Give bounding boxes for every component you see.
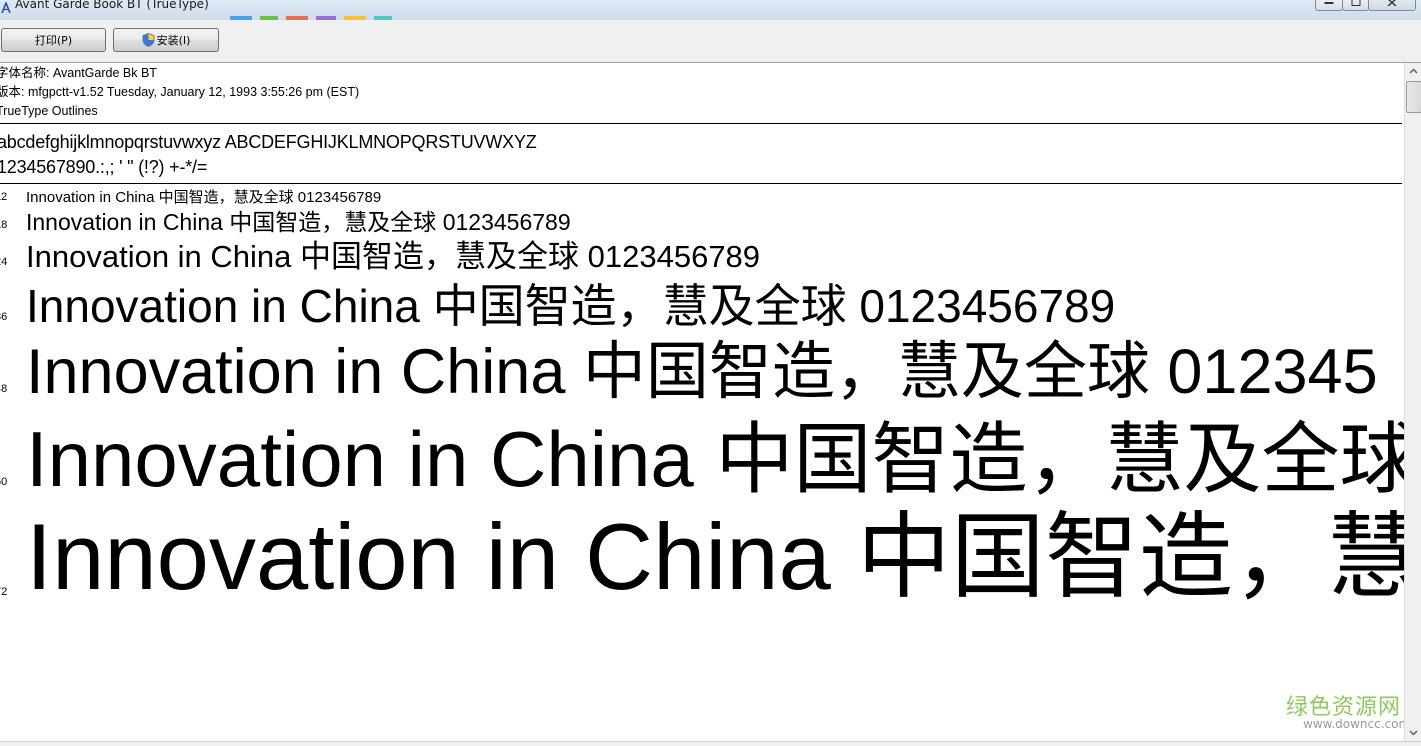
maximize-button[interactable] — [1342, 0, 1369, 11]
size-label: 60 — [0, 476, 8, 488]
sample-text: Innovation in China 中国智造，慧及全球 0123456789 — [26, 239, 761, 274]
install-button[interactable]: 安装(I) — [113, 28, 219, 52]
title-bar[interactable]: Avant Garde Book BT (TrueType) — [0, 0, 1421, 20]
vertical-scrollbar[interactable] — [1404, 63, 1421, 741]
uac-shield-icon — [142, 33, 154, 47]
install-button-label: 安装(I) — [156, 34, 191, 47]
sample-text: Innovation in China 中国智造，慧及全球 0123456789 — [26, 189, 382, 206]
sample-text: Innovation in China 中国智造，慧及全球 0123456789 — [26, 209, 571, 235]
font-type-line: TrueType Outlines — [0, 104, 98, 118]
minimize-icon — [1324, 2, 1334, 4]
window-bottom-border — [0, 741, 1421, 746]
size-label: 18 — [0, 219, 8, 231]
print-button[interactable]: 打印(P) — [1, 28, 106, 52]
watermark-url: www.downcc.com — [1303, 717, 1404, 731]
font-file-icon — [1, 2, 11, 14]
close-icon — [1387, 0, 1397, 6]
minimize-button[interactable] — [1315, 0, 1343, 11]
size-label: 12 — [0, 191, 8, 203]
font-preview-area[interactable]: 字体名称: AvantGarde Bk BT 版本: mfgpctt-v1.52… — [0, 63, 1404, 741]
scroll-thumb[interactable] — [1406, 81, 1421, 113]
size-label: 36 — [0, 311, 8, 323]
size-label: 48 — [0, 383, 8, 395]
sample-text: Innovation in China 中国智造，慧及全球 012345 — [26, 337, 1378, 407]
toolbar: 打印(P) 安装(I) — [0, 20, 1421, 63]
sample-text: Innovation in China 中国智造，慧及全球 — [26, 415, 1404, 503]
sample-text: Innovation in China 中国智造，慧及全球 0123456789 — [26, 280, 1116, 332]
size-label: 72 — [0, 586, 8, 598]
sample-text: Innovation in China 中国智造，慧 — [26, 504, 1404, 609]
print-button-label: 打印(P) — [34, 34, 73, 47]
scroll-down-arrow-icon[interactable] — [1405, 724, 1421, 741]
maximize-icon — [1351, 0, 1360, 6]
window-title: Avant Garde Book BT (TrueType) — [15, 0, 209, 11]
font-version-line: 版本: mfgpctt-v1.52 Tuesday, January 12, 1… — [0, 85, 360, 99]
close-button[interactable] — [1368, 0, 1416, 11]
size-label: 24 — [0, 256, 8, 268]
divider — [0, 123, 1402, 124]
scroll-up-arrow-icon[interactable] — [1405, 63, 1421, 80]
font-name-line: 字体名称: AvantGarde Bk BT — [0, 66, 157, 80]
charset-digits: 1234567890.:,; ' " (!?) +-*/= — [0, 157, 208, 177]
charset-letters: abcdefghijklmnopqrstuvwxyz ABCDEFGHIJKLM… — [0, 132, 537, 152]
divider — [0, 183, 1402, 184]
